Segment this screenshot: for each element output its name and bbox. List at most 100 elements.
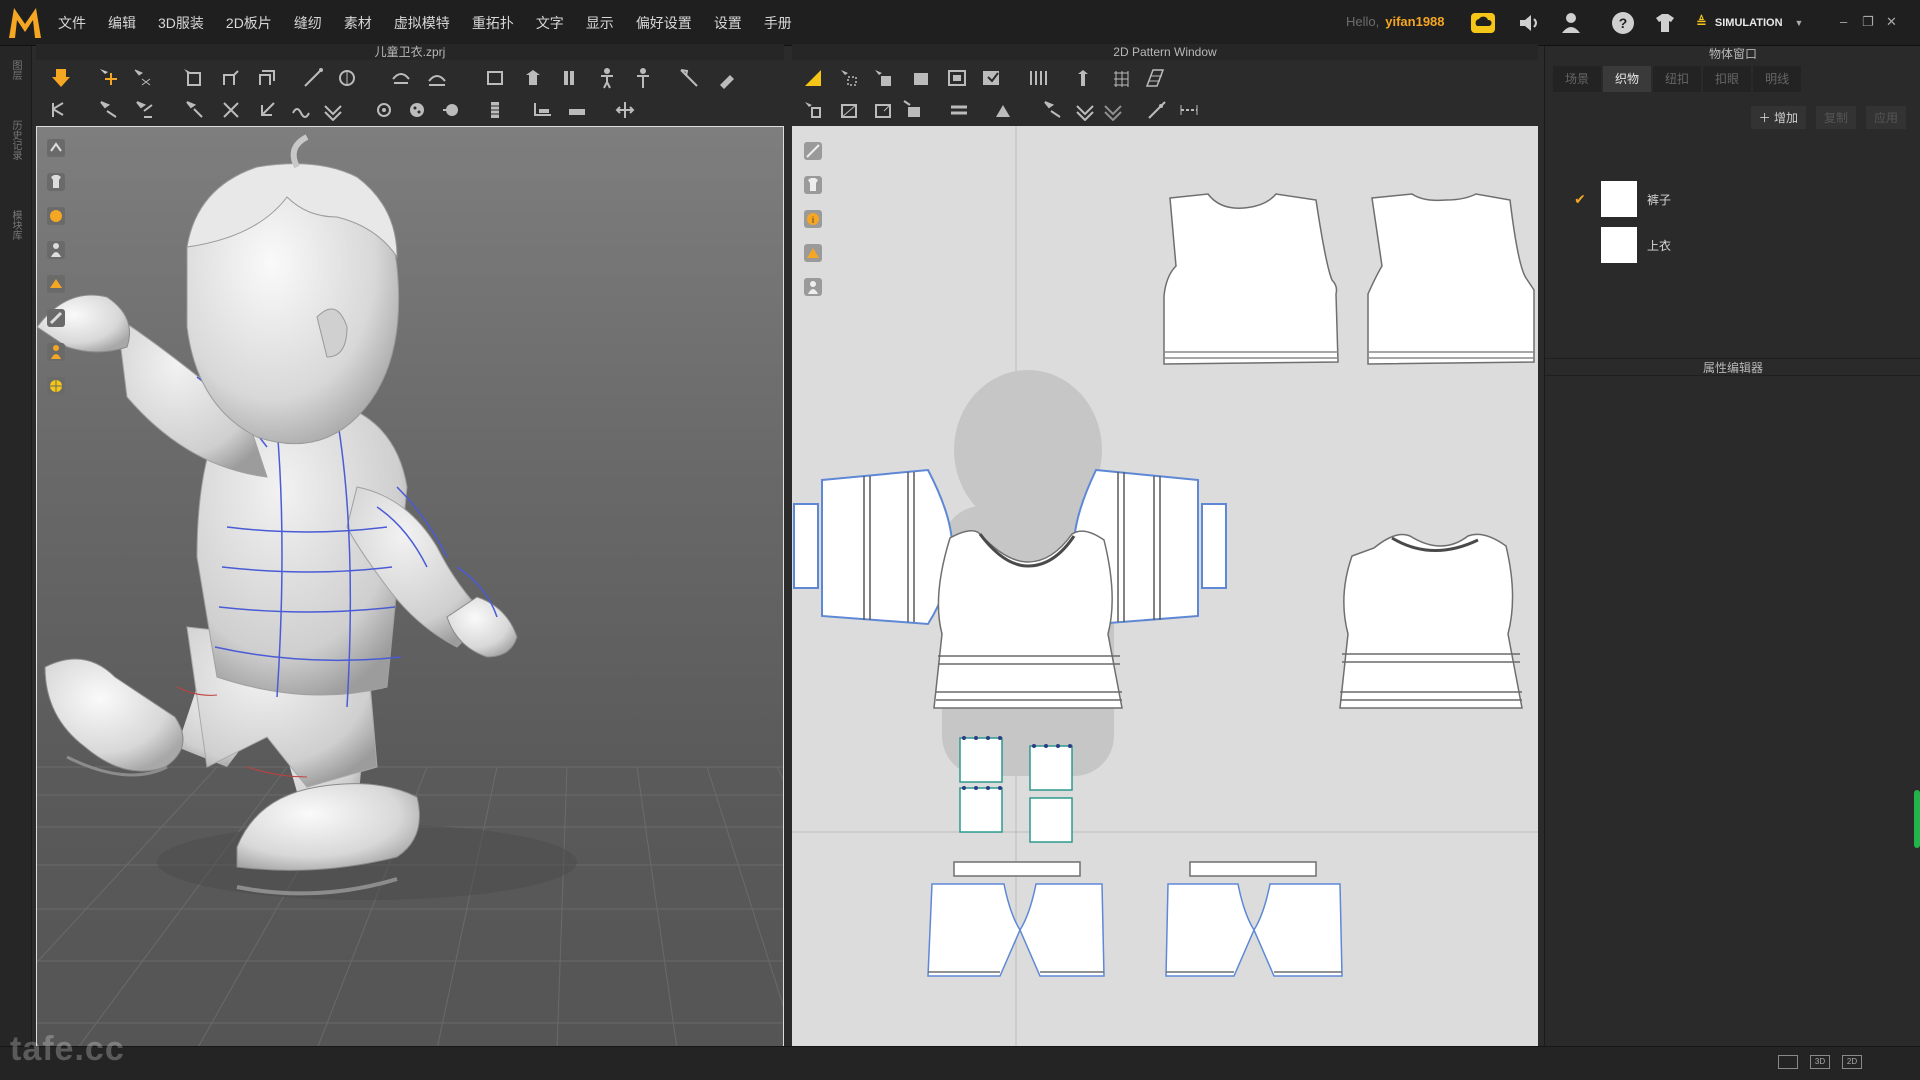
polygon-icon[interactable] (946, 67, 968, 89)
tab-button[interactable]: 纽扣 (1653, 66, 1702, 92)
cloud-sync-icon[interactable] (1470, 10, 1496, 36)
rail-tab-library[interactable]: 模块库 (9, 210, 23, 240)
transform-pattern-icon[interactable] (802, 67, 824, 89)
menu-materials[interactable]: 素材 (344, 13, 372, 33)
view-2d-button[interactable]: 2D (1842, 1055, 1862, 1069)
viewport-3d[interactable] (36, 126, 784, 1048)
cut-icon[interactable] (220, 99, 242, 121)
steam-icon[interactable] (258, 99, 280, 121)
pattern-view-garment-icon[interactable] (802, 174, 824, 196)
copy-fabric-button[interactable]: 复制 (1815, 106, 1856, 129)
username[interactable]: yifan1988 (1385, 14, 1444, 29)
menu-display[interactable]: 显示 (586, 13, 614, 33)
simulate-icon[interactable] (50, 67, 72, 89)
fold-arrangement-2d-icon[interactable] (992, 99, 1014, 121)
pattern-view-avatar-icon[interactable] (802, 276, 824, 298)
avatar-measure-icon[interactable] (632, 67, 654, 89)
menu-2d-pattern[interactable]: 2D板片 (226, 13, 272, 33)
pattern-view-info-icon[interactable]: i (802, 208, 824, 230)
unfold-icon[interactable] (256, 67, 278, 89)
show-skeleton-icon[interactable] (45, 307, 67, 329)
tab-buttonhole[interactable]: 扣眼 (1703, 66, 1752, 92)
select-mesh-icon[interactable] (132, 67, 154, 89)
dart-icon[interactable] (1072, 67, 1094, 89)
tack-on-garment-icon[interactable] (134, 99, 156, 121)
seamline-icon[interactable] (290, 99, 312, 121)
tack-on-avatar-icon[interactable] (98, 99, 120, 121)
garment-store-icon[interactable] (1652, 10, 1678, 36)
restore-icon[interactable]: ❐ (1862, 14, 1874, 30)
edit-sewing-icon[interactable] (902, 99, 924, 121)
tuck-icon[interactable] (948, 99, 970, 121)
tack-icon[interactable] (48, 99, 70, 121)
add-point-icon[interactable] (910, 67, 932, 89)
avatar-arrangement-icon[interactable] (522, 67, 544, 89)
view-camera-icon[interactable] (45, 137, 67, 159)
select-move-icon[interactable] (98, 67, 120, 89)
menu-preferences[interactable]: 偏好设置 (636, 13, 692, 33)
tab-fabric[interactable]: 织物 (1603, 66, 1652, 92)
menu-manual[interactable]: 手册 (764, 13, 792, 33)
m-n-sewing-icon[interactable] (872, 99, 894, 121)
select-button-icon[interactable] (406, 99, 428, 121)
topstitch-icon[interactable] (1042, 99, 1064, 121)
piping-icon[interactable] (1146, 99, 1168, 121)
fold-line-icon[interactable] (184, 99, 206, 121)
brush-icon[interactable] (716, 67, 738, 89)
avatar-display-icon[interactable] (45, 341, 67, 363)
tab-topstitch[interactable]: 明线 (1753, 66, 1802, 92)
free-sewing-icon[interactable] (838, 99, 860, 121)
simulation-mode-dropdown[interactable]: ≜ SIMULATION ▼ (1696, 10, 1822, 36)
show-avatar-icon[interactable] (45, 239, 67, 261)
show-garment-icon[interactable] (45, 171, 67, 193)
minimize-icon[interactable]: – (1840, 14, 1847, 29)
measure-length-icon[interactable] (426, 67, 448, 89)
tab-scene[interactable]: 场景 (1553, 66, 1602, 92)
pattern-view-texture-icon[interactable] (802, 242, 824, 264)
view-split-button[interactable] (1778, 1055, 1798, 1069)
measure-icon[interactable] (390, 67, 412, 89)
menu-avatar[interactable]: 虚拟模特 (394, 13, 450, 33)
viewport-2d-pattern[interactable]: i (792, 126, 1538, 1048)
segment-topstitch-icon[interactable] (1074, 99, 1096, 121)
help-icon[interactable]: ? (1610, 10, 1636, 36)
speaker-icon[interactable] (1516, 10, 1542, 36)
fabric-item[interactable]: ✔ 裤子 (1565, 178, 1905, 220)
tape-icon[interactable] (484, 67, 506, 89)
add-fabric-button[interactable]: ＋ 增加 (1750, 106, 1806, 129)
internal-polygon-icon[interactable] (1028, 67, 1050, 89)
buttonhole-icon[interactable] (440, 99, 462, 121)
select-trim-icon[interactable] (566, 99, 588, 121)
garment-fit-icon[interactable] (558, 67, 580, 89)
menu-edit[interactable]: 编辑 (108, 13, 136, 33)
show-3d-pattern-icon[interactable] (614, 99, 636, 121)
fold-3d-icon[interactable] (220, 67, 242, 89)
menu-file[interactable]: 文件 (58, 13, 86, 33)
edit-pattern-icon[interactable] (838, 67, 860, 89)
apply-fabric-button[interactable]: 应用 (1865, 106, 1906, 129)
pin-box-icon[interactable] (336, 67, 358, 89)
free-topstitch-icon[interactable] (1102, 99, 1124, 121)
puckering-icon[interactable] (322, 99, 344, 121)
user-account-icon[interactable] (1558, 10, 1584, 36)
environment-icon[interactable] (45, 375, 67, 397)
menu-3d-garment[interactable]: 3D服装 (158, 13, 204, 33)
segment-sewing-icon[interactable] (802, 99, 824, 121)
edit-curvature-icon[interactable] (872, 67, 894, 89)
show-3d-pattern-outline-icon[interactable] (45, 273, 67, 295)
pattern-view-line-icon[interactable] (802, 140, 824, 162)
menu-retopology[interactable]: 重拓扑 (472, 13, 514, 33)
menu-text[interactable]: 文字 (536, 13, 564, 33)
grid-trace-icon[interactable] (1110, 67, 1132, 89)
measure-2d-icon[interactable] (1178, 99, 1200, 121)
trim-icon[interactable] (532, 99, 554, 121)
view-3d-button[interactable]: 3D (1810, 1055, 1830, 1069)
grading-icon[interactable] (1144, 67, 1166, 89)
rail-tab-history[interactable]: 历史记录 (9, 120, 23, 160)
show-fabric-texture-icon[interactable] (45, 205, 67, 227)
rectangle-icon[interactable] (980, 67, 1002, 89)
menu-sewing[interactable]: 缝纫 (294, 13, 322, 33)
rail-tab-layers[interactable]: 图层 (9, 60, 23, 80)
menu-settings[interactable]: 设置 (714, 13, 742, 33)
scrollbar[interactable] (1914, 790, 1920, 848)
